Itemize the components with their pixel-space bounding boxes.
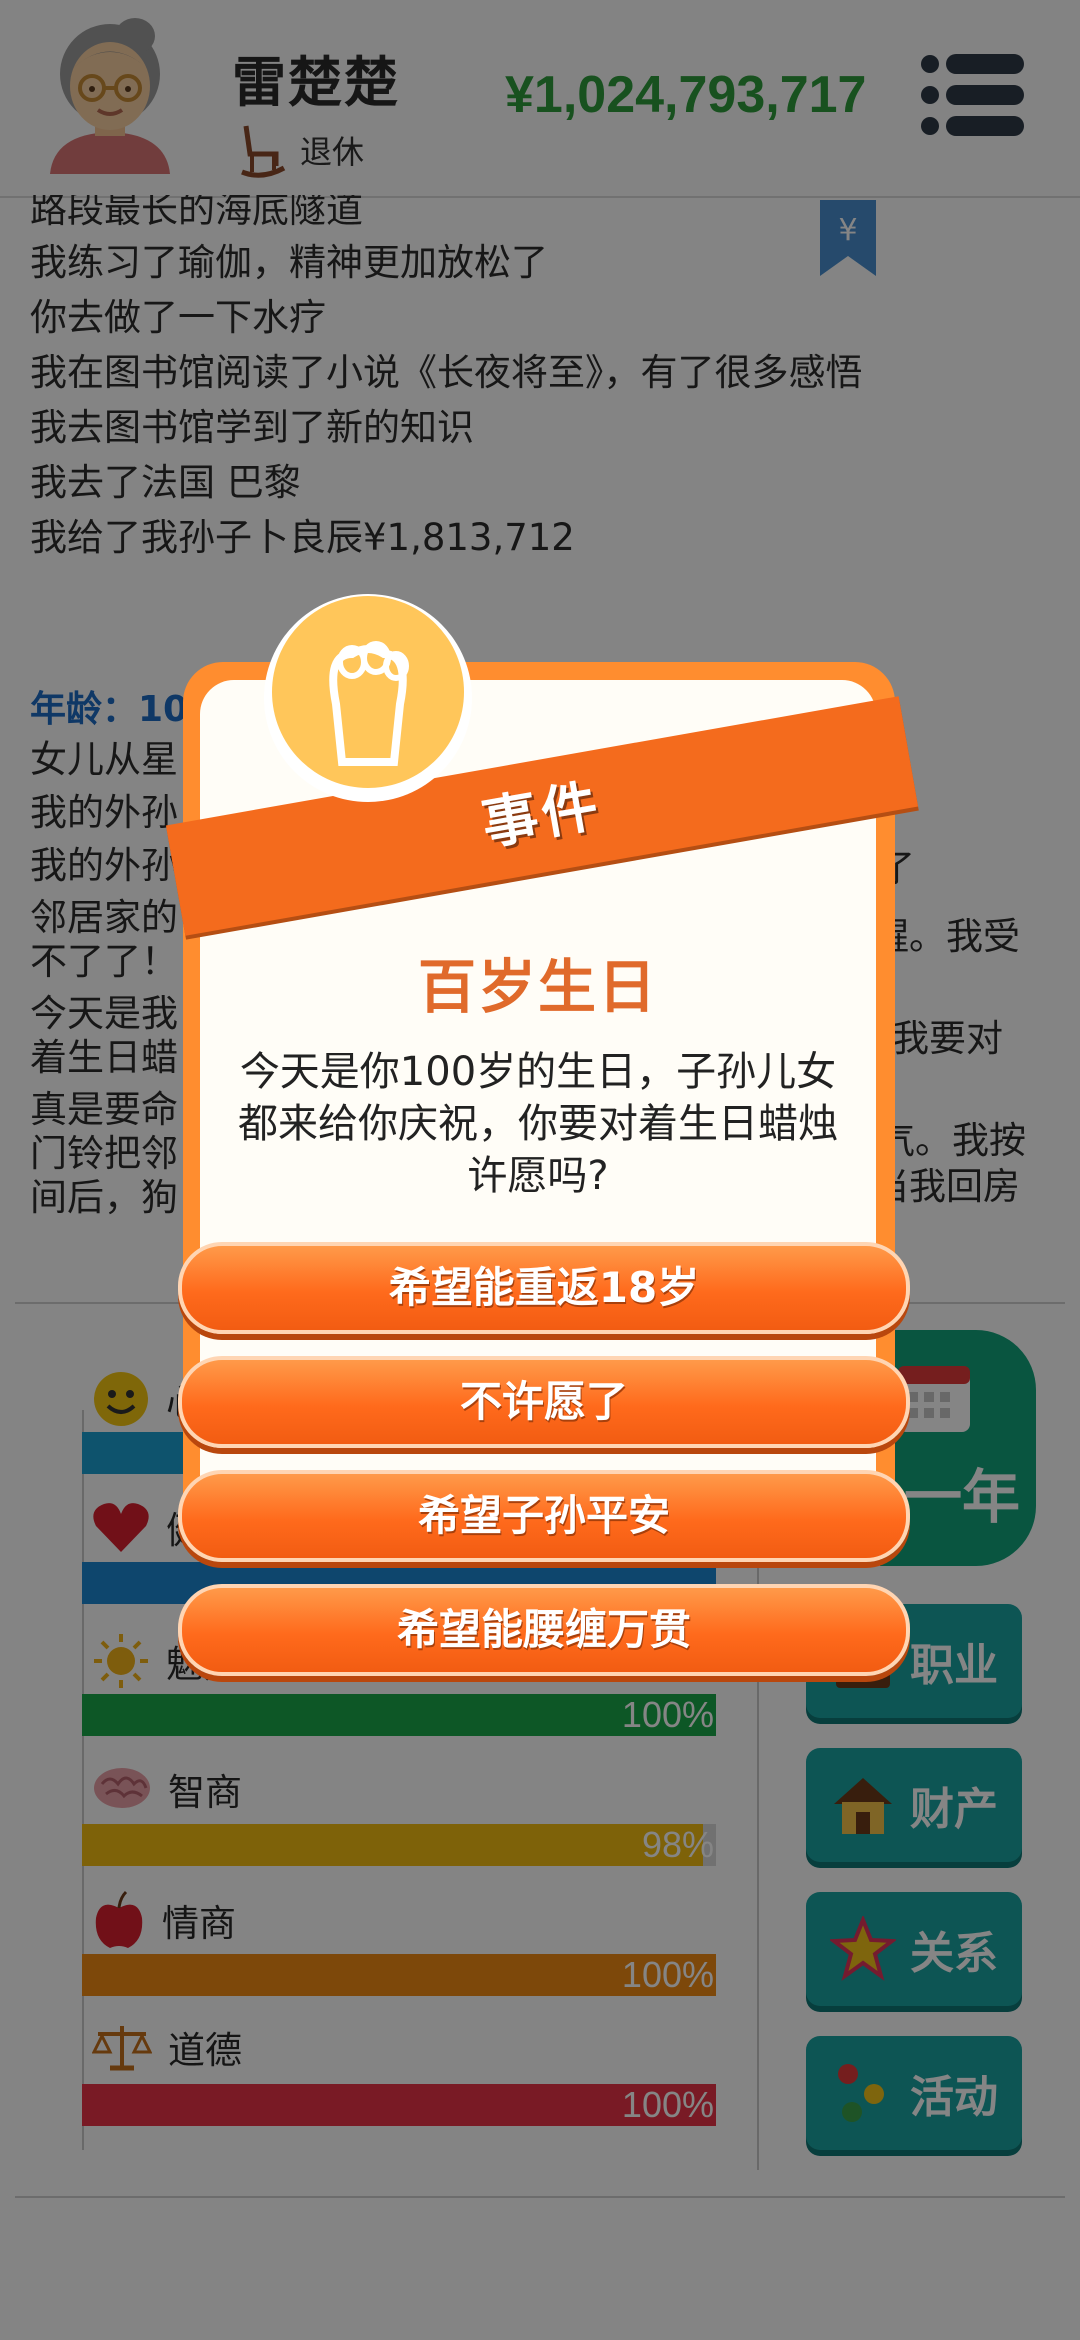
choice-button-4[interactable]: 希望能腰缠万贯 xyxy=(178,1584,910,1676)
choice-button-3[interactable]: 希望子孙平安 xyxy=(178,1470,910,1562)
choice-button-2[interactable]: 不许愿了 xyxy=(178,1356,910,1448)
choice-button-1[interactable]: 希望能重返18岁 xyxy=(178,1242,910,1334)
event-title: 百岁生日 xyxy=(417,953,658,1021)
event-description: 今天是你100岁的生日，子孙儿女都来给你庆祝，你要对着生日蜡烛许愿吗? xyxy=(238,1049,838,1199)
lightbulb-icon xyxy=(264,594,472,802)
